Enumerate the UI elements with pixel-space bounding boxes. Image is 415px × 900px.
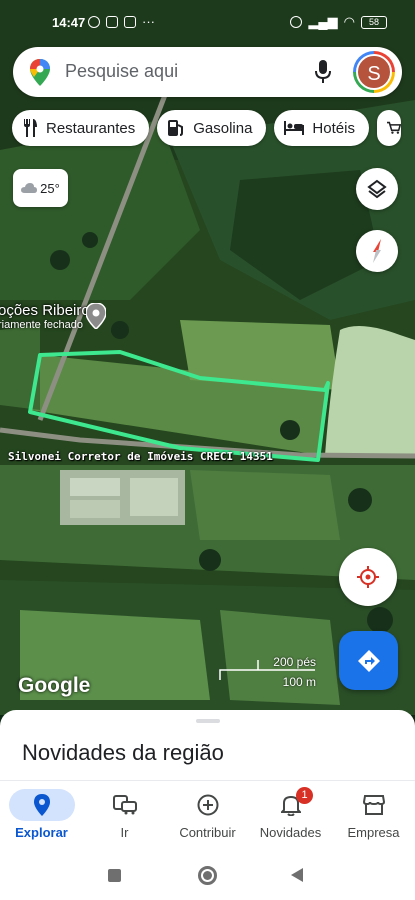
search-input[interactable]: Pesquise aqui [65,61,178,82]
maps-pin-logo-icon [30,59,50,91]
back-button[interactable] [291,868,303,882]
chip-label: Gasolina [193,119,253,137]
home-button[interactable] [198,866,217,885]
cart-icon [386,121,401,134]
storefront-icon [362,795,385,815]
compass-needle-icon [373,239,381,263]
weather-temp: 25° [40,180,60,196]
avatar-letter: S [356,54,392,90]
nav-business[interactable]: Empresa [332,781,415,851]
alarm-icon [290,16,303,28]
directions-button[interactable] [339,631,398,690]
chip-restaurants[interactable]: Restaurantes [12,110,150,146]
updates-badge: 1 [296,787,313,804]
nav-contribute[interactable]: Contribuir [166,781,249,851]
status-bar: 14:47 ··· ▂▄▆ ◠ 58 [0,0,415,44]
bottom-navigation: Explorar Ir Contribuir 1 Novidades Empre… [0,780,415,850]
my-location-icon [357,566,379,588]
more-dots-icon: ··· [142,14,155,29]
map-scale: 200 pés 100 m [218,655,318,691]
system-navigation-bar [0,850,415,900]
realtor-watermark: Silvonei Corretor de Imóveis CRECI 14351 [8,450,273,463]
search-bar[interactable]: Pesquise aqui S [13,47,402,97]
instagram-icon-2 [124,15,136,28]
category-chips: Restaurantes Gasolina Hotéis [12,110,401,146]
scale-feet-label: 200 pés [273,655,316,669]
nav-label: Contribuir [179,825,236,840]
nav-label: Empresa [347,825,400,840]
instagram-icon [106,15,118,28]
bed-icon [284,121,305,135]
directions-icon [357,649,380,672]
layers-button[interactable] [356,168,398,210]
nav-updates[interactable]: 1 Novidades [249,781,332,851]
explore-pin-icon [33,794,50,816]
battery-icon: 58 [361,15,387,29]
facebook-icon [88,15,100,28]
sheet-title: Novidades da região [22,740,224,765]
signal-icon: ▂▄▆ [308,14,338,29]
nav-go[interactable]: Ir [83,781,166,851]
commute-icon [112,795,137,815]
weather-chip[interactable]: 25° [13,169,68,207]
chip-label: Hotéis [312,119,355,137]
gas-station-icon [168,120,184,136]
chip-label: Restaurantes [46,119,136,137]
nav-explore[interactable]: Explorar [0,781,83,851]
nav-label: Explorar [15,825,68,840]
nav-label: Novidades [259,825,322,840]
chip-hotels[interactable]: Hotéis [274,110,369,146]
avatar[interactable]: S [353,51,395,93]
satellite-map[interactable]: oções Ribeiro riamente fechado Silvonei … [0,0,415,715]
chip-shopping[interactable] [376,110,401,146]
bottom-sheet[interactable]: Novidades da região [0,710,415,780]
chip-gas[interactable]: Gasolina [157,110,267,146]
layers-icon [367,179,387,199]
place-status-label: riamente fechado [0,319,83,331]
google-logo: Google [18,674,91,697]
satellite-imagery [0,0,415,715]
add-circle-icon [197,794,218,816]
status-time: 14:47 [52,15,86,30]
my-location-button[interactable] [339,548,397,606]
wifi-icon: ◠ [343,14,355,29]
fork-knife-icon [24,119,37,137]
recents-button[interactable] [108,869,121,882]
microphone-icon[interactable] [315,60,331,89]
sheet-drag-handle[interactable] [196,719,220,723]
nav-label: Ir [120,825,129,840]
place-pin-icon[interactable] [85,302,107,334]
compass-button[interactable] [356,230,398,272]
place-name-label[interactable]: oções Ribeiro [0,302,90,319]
cloud-icon [21,182,38,193]
scale-meters-label: 100 m [282,675,316,689]
